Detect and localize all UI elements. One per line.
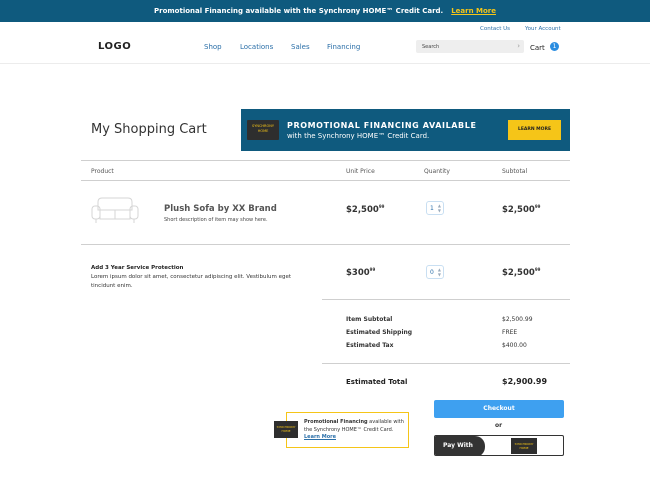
promo-learn-more-link[interactable]: Learn More (304, 434, 336, 440)
nav-shop[interactable]: Shop (204, 43, 222, 51)
nav-financing[interactable]: Financing (327, 43, 360, 51)
estimated-total-label: Estimated Total (346, 378, 408, 386)
summary-total-divider (322, 363, 570, 364)
estimated-total-value: $2,900.99 (502, 377, 548, 386)
product-quantity-stepper[interactable]: 1 ▲ ▼ (426, 201, 444, 215)
header-divider (0, 63, 650, 64)
your-account-link[interactable]: Your Account (525, 26, 561, 32)
summary-value-item-subtotal: $2,500.99 (502, 316, 533, 323)
stepper-arrows-icon[interactable]: ▲ ▼ (438, 203, 441, 213)
row-divider (81, 244, 570, 245)
promo-financing-text: Promotional Financing available with the… (304, 419, 404, 440)
search-placeholder: Search (422, 44, 440, 50)
service-unit-price: $30099 (346, 267, 376, 278)
sofa-image[interactable] (90, 196, 140, 224)
pay-with-label: Pay With (435, 436, 485, 455)
banner-heading: PROMOTIONAL FINANCING AVAILABLE (287, 121, 477, 130)
or-separator: or (495, 422, 503, 429)
table-top-divider (81, 160, 570, 161)
checkout-button[interactable]: Checkout (434, 400, 564, 418)
promo-bar-learn-more-link[interactable]: Learn More (451, 7, 496, 15)
page-title: My Shopping Cart (91, 122, 207, 137)
summary-top-divider (322, 299, 570, 300)
table-header-divider (81, 180, 570, 181)
cart-count-badge: 1 (550, 42, 559, 51)
header-subtotal: Subtotal (502, 168, 528, 175)
synchrony-card-icon: SYNCHRONY HOME (511, 438, 537, 454)
product-quantity-value: 1 (430, 205, 434, 212)
learn-more-button[interactable]: LEARN MORE (508, 120, 561, 140)
header-product: Product (91, 168, 114, 175)
financing-banner: SYNCHRONY HOME PROMOTIONAL FINANCING AVA… (241, 109, 570, 151)
header-unit-price: Unit Price (346, 168, 375, 175)
product-subtotal: $2,50099 (502, 204, 541, 215)
summary-label-item-subtotal: Item Subtotal (346, 316, 393, 323)
pay-with-synchrony-button[interactable]: Pay With SYNCHRONY HOME (434, 435, 564, 456)
promo-bar: Promotional Financing available with the… (0, 0, 650, 22)
synchrony-card-icon: SYNCHRONY HOME (247, 120, 279, 140)
banner-subtext: with the Synchrony HOME™ Credit Card. (287, 132, 430, 140)
service-quantity-value: 0 (430, 269, 434, 276)
stepper-arrows-icon[interactable]: ▲ ▼ (438, 267, 441, 277)
promo-bar-text: Promotional Financing available with the… (154, 7, 444, 15)
logo[interactable]: LOGO (98, 41, 131, 52)
product-name[interactable]: Plush Sofa by XX Brand (164, 204, 277, 214)
service-title: Add 3 Year Service Protection (91, 265, 184, 271)
search-input[interactable]: Search › (416, 40, 524, 53)
cart-link[interactable]: Cart (530, 44, 545, 52)
nav-locations[interactable]: Locations (240, 43, 273, 51)
summary-label-tax: Estimated Tax (346, 342, 394, 349)
product-description: Short description of item may show here. (164, 217, 268, 223)
summary-label-shipping: Estimated Shipping (346, 329, 413, 336)
chevron-right-icon[interactable]: › (517, 42, 520, 50)
summary-value-tax: $400.00 (502, 342, 527, 349)
summary-value-shipping: FREE (502, 329, 518, 336)
service-description: Lorem ipsum dolor sit amet, consectetur … (91, 274, 292, 289)
contact-us-link[interactable]: Contact Us (480, 26, 510, 32)
product-unit-price: $2,50099 (346, 204, 385, 215)
service-quantity-stepper[interactable]: 0 ▲ ▼ (426, 265, 444, 279)
synchrony-card-icon: SYNCHRONY HOME (274, 421, 298, 438)
service-subtotal: $2,50099 (502, 267, 541, 278)
header-quantity: Quantity (424, 168, 450, 175)
nav-sales[interactable]: Sales (291, 43, 310, 51)
